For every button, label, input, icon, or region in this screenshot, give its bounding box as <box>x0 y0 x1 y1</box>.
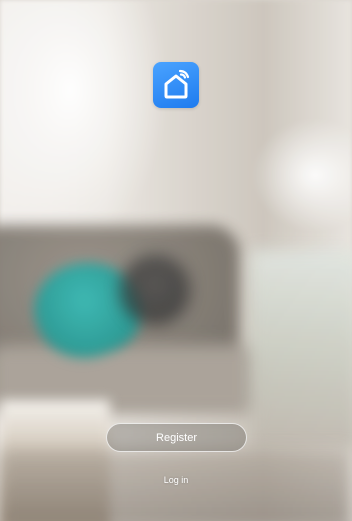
login-link[interactable]: Log in <box>146 473 206 487</box>
app-logo <box>153 62 199 108</box>
welcome-screen: Register Log in <box>0 0 352 521</box>
smart-home-icon <box>164 69 190 99</box>
register-button[interactable]: Register <box>106 423 247 452</box>
